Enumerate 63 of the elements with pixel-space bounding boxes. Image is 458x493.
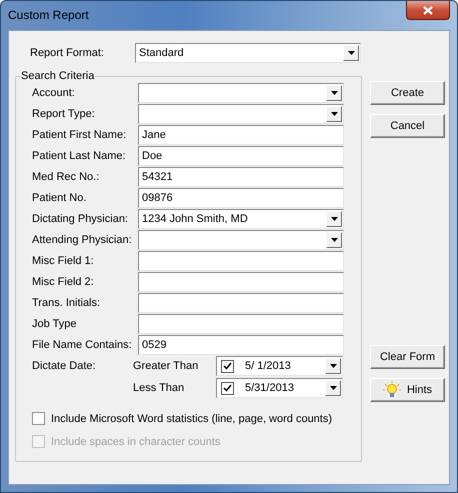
text-field[interactable] (138, 250, 344, 270)
dropdown-field[interactable] (138, 82, 344, 102)
caret-icon (330, 386, 336, 390)
text-field[interactable]: Jane (138, 124, 344, 144)
window-title: Custom Report (8, 8, 89, 22)
field-label: Trans. Initials: (32, 296, 102, 308)
dialog-button[interactable]: Cancel (370, 114, 445, 138)
checkbox[interactable] (221, 382, 234, 394)
text-field[interactable]: Doe (138, 146, 344, 166)
check-icon (223, 384, 232, 392)
hints-button[interactable]: Hints (370, 378, 445, 402)
dropdown-arrow-button[interactable] (326, 210, 342, 226)
caret-icon (348, 51, 354, 55)
field-label: Report Format: (30, 47, 105, 59)
checkbox[interactable] (32, 412, 45, 425)
dropdown-arrow-button[interactable] (343, 45, 359, 61)
dropdown-field[interactable] (138, 104, 344, 124)
field-label: Account: (32, 86, 76, 98)
text-field[interactable]: 0529 (138, 334, 344, 354)
dropdown-arrow-button[interactable] (326, 106, 342, 122)
caret-icon (330, 216, 338, 220)
field-label: Misc Field 1: (32, 254, 95, 266)
field-label: Report Type: (32, 108, 96, 120)
date-picker-field[interactable]: 5/ 1/2013 (216, 356, 343, 376)
close-button[interactable] (406, 1, 450, 20)
lightbulb-icon (382, 381, 401, 399)
date-range-label: Greater Than (133, 360, 200, 372)
dropdown-field[interactable]: 1234 John Smith, MD (138, 208, 344, 228)
check-icon (223, 362, 232, 370)
dropdown-field[interactable]: Standard (135, 43, 361, 63)
field-label: Patient First Name: (32, 128, 128, 140)
caret-icon (330, 238, 338, 242)
checkbox-label: Include spaces in character counts (51, 436, 220, 448)
caret-icon (330, 90, 338, 94)
field-label: Patient Last Name: (32, 150, 127, 162)
field-label: Med Rec No.: (32, 170, 100, 182)
caret-icon (330, 364, 336, 368)
field-label: Dictating Physician: (32, 212, 129, 224)
dropdown-arrow-button[interactable] (325, 380, 341, 396)
field-label: Attending Physician: (32, 234, 133, 246)
caret-icon (330, 112, 338, 116)
date-picker-field[interactable]: 5/31/2013 (216, 378, 343, 398)
field-label: Job Type (32, 318, 78, 330)
group-title: Search Criteria (21, 70, 94, 82)
text-field[interactable]: 54321 (138, 166, 344, 186)
field-label: File Name Contains: (32, 338, 133, 350)
dropdown-arrow-button[interactable] (326, 84, 342, 100)
dialog-button[interactable]: Create (370, 81, 445, 105)
dropdown-arrow-button[interactable] (325, 358, 341, 374)
field-label: Misc Field 2: (32, 276, 95, 288)
field-label: Patient No. (32, 192, 88, 204)
dialog-button[interactable]: Clear Form (370, 345, 445, 369)
text-field[interactable]: 09876 (138, 188, 344, 208)
text-field[interactable] (138, 272, 344, 292)
field-label: Dictate Date: (32, 360, 97, 372)
checkbox-label: Include Microsoft Word statistics (line, page, word counts) (51, 412, 332, 424)
text-field[interactable] (138, 292, 344, 312)
dropdown-arrow-button[interactable] (326, 232, 342, 248)
close-icon (423, 6, 433, 14)
checkbox[interactable] (221, 360, 234, 372)
dropdown-field[interactable] (138, 230, 344, 250)
date-range-label: Less Than (133, 382, 186, 394)
text-field[interactable] (138, 314, 344, 334)
